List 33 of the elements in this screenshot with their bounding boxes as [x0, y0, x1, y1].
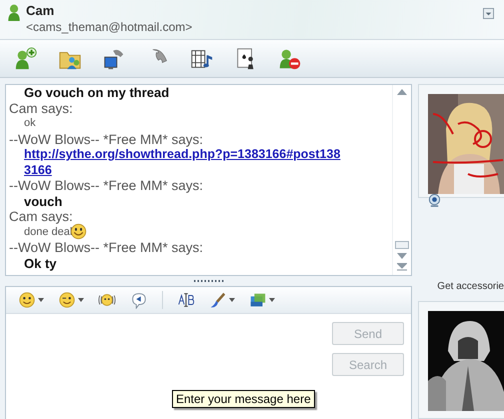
scroll-end-icon[interactable] [397, 263, 407, 271]
message-text: vouch [23, 194, 64, 209]
sender-name: Cam says: [9, 100, 74, 116]
invite-contact-icon [14, 46, 38, 70]
contact-email: <cams_theman@hotmail.com> [26, 20, 192, 34]
nudge-icon [98, 291, 116, 309]
caret-icon [38, 298, 44, 302]
scroll-thumb-icon[interactable] [395, 241, 409, 249]
tooltip: Enter your message here [172, 390, 315, 408]
menu-icon[interactable] [483, 8, 494, 19]
background-icon [249, 291, 267, 309]
sender-name: Cam says: [9, 209, 74, 224]
emoticon-icon [18, 291, 36, 309]
caret-icon [78, 298, 84, 302]
message-text: Go vouch on my thread [23, 85, 170, 100]
message-text: Ok ty [23, 256, 58, 271]
accessories-link[interactable]: Get accessorie [418, 281, 504, 292]
font-icon [177, 291, 195, 309]
caret-icon [229, 298, 235, 302]
voice-clip-icon [130, 291, 148, 309]
message-text: ok [24, 116, 36, 131]
caret-icon [269, 298, 275, 302]
scroll-down-icon[interactable] [397, 253, 407, 259]
sender-name: --WoW Blows-- *Free MM* says: [9, 178, 204, 194]
webcam-icon[interactable] [428, 194, 441, 207]
sender-name: --WoW Blows-- *Free MM* says: [9, 132, 204, 147]
wink-icon [58, 291, 76, 309]
message-link[interactable]: http://sythe.org/showthread.php?p=1383166#post1383166 [9, 147, 342, 178]
contact-name: Cam [26, 3, 56, 18]
scroll-up-icon[interactable] [397, 89, 407, 95]
brush-icon [209, 291, 227, 309]
sender-name: --WoW Blows-- *Free MM* says: [9, 240, 204, 256]
status-icon [6, 3, 22, 21]
